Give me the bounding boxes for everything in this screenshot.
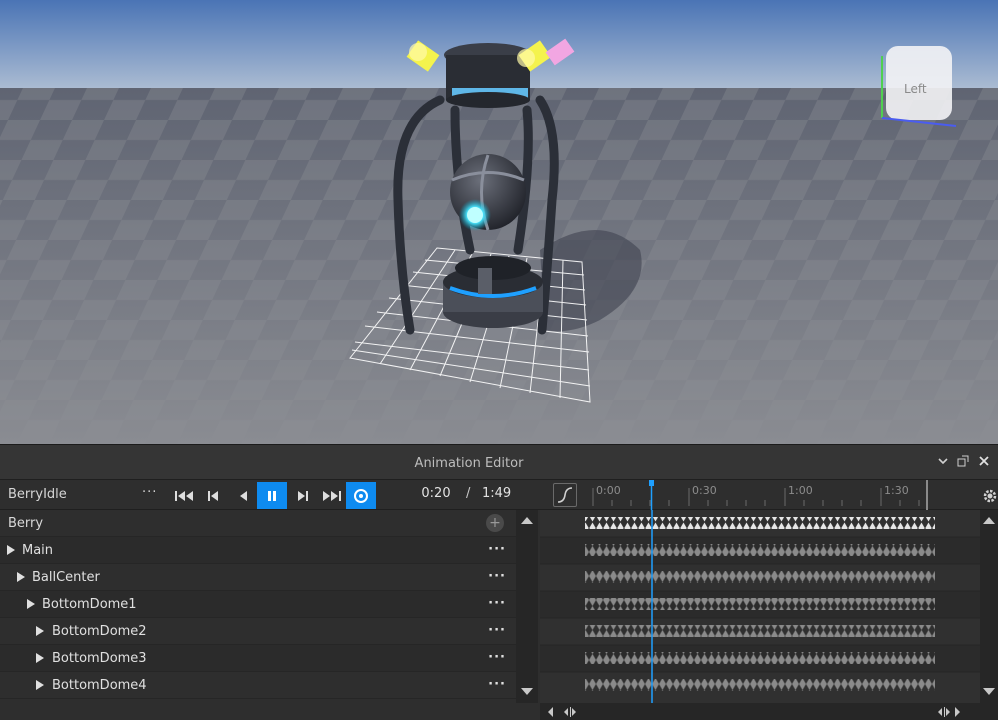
track-menu-button[interactable]: ··· xyxy=(488,623,506,638)
last-frame-button[interactable] xyxy=(317,482,347,509)
scroll-up-icon[interactable] xyxy=(983,517,995,524)
track-keyframes-ballcenter xyxy=(585,571,935,583)
expand-arrow-icon[interactable] xyxy=(36,653,44,663)
track-menu-button[interactable]: ··· xyxy=(488,542,506,557)
track-keyframes-bottomdome1 xyxy=(585,598,935,610)
tree-item-ballcenter[interactable]: BallCenter ··· xyxy=(0,564,516,591)
view-cube[interactable]: Left xyxy=(881,46,957,127)
prev-keyframe-button[interactable] xyxy=(198,482,228,509)
berry-base xyxy=(443,256,543,328)
tree-item-label: BottomDome4 xyxy=(52,678,147,693)
tree-item-main[interactable]: Main ··· xyxy=(0,537,516,564)
view-cube-label: Left xyxy=(904,82,927,96)
ruler-tick-0: 0:00 xyxy=(596,484,621,497)
tree-scrollbar[interactable] xyxy=(516,510,538,703)
animation-name[interactable]: BerryIdle xyxy=(8,487,67,502)
current-time-field[interactable]: 0:20 xyxy=(416,486,456,504)
track-keyframes-bottomdome3 xyxy=(585,652,935,664)
track-menu-button[interactable]: ··· xyxy=(488,569,506,584)
track-keyframes-bottomdome2 xyxy=(585,625,935,637)
pause-icon xyxy=(268,490,276,501)
timeline-ruler[interactable]: 0:00 0:30 1:00 1:30 xyxy=(588,480,928,510)
expand-arrow-icon[interactable] xyxy=(27,599,35,609)
ruler-tick-2: 1:00 xyxy=(788,484,813,497)
next-keyframe-button[interactable] xyxy=(288,482,318,509)
summary-keyframes xyxy=(585,517,935,529)
tree-item-bottomdome3[interactable]: BottomDome3 ··· xyxy=(0,645,516,672)
ruler-tick-1: 0:30 xyxy=(692,484,717,497)
scroll-up-icon[interactable] xyxy=(521,517,533,524)
animation-menu-button[interactable]: ··· xyxy=(142,485,157,500)
rig-name: Berry xyxy=(8,516,44,531)
expand-arrow-icon[interactable] xyxy=(17,572,25,582)
editor-title: Animation Editor xyxy=(414,456,524,471)
pause-button[interactable] xyxy=(257,482,287,509)
expand-arrow-icon[interactable] xyxy=(36,626,44,636)
tree-item-bottomdome4[interactable]: BottomDome4 ··· xyxy=(0,672,516,699)
close-icon[interactable] xyxy=(977,455,991,469)
curve-editor-icon xyxy=(557,487,573,503)
keyframe-tracks[interactable] xyxy=(540,510,980,703)
first-frame-button[interactable] xyxy=(169,482,199,509)
expand-arrow-icon[interactable] xyxy=(7,545,15,555)
add-track-button[interactable]: + xyxy=(486,514,504,532)
time-separator: / xyxy=(466,486,471,501)
play-reverse-icon xyxy=(240,490,247,501)
tree-item-label: Main xyxy=(22,543,54,558)
tree-root-row: Berry + xyxy=(0,510,516,537)
3d-viewport[interactable]: Left xyxy=(0,0,998,444)
prev-keyframe-icon xyxy=(208,490,218,501)
last-frame-icon xyxy=(323,490,341,501)
animation-editor-panel: Animation Editor BerryIdle ··· 0:20 / 1:… xyxy=(0,444,998,720)
tree-item-label: BottomDome2 xyxy=(52,624,147,639)
track-menu-button[interactable]: ··· xyxy=(488,596,506,611)
minimize-chevron-icon[interactable] xyxy=(936,455,950,469)
first-frame-icon xyxy=(175,490,193,501)
next-keyframe-icon xyxy=(298,490,308,501)
scroll-down-icon[interactable] xyxy=(521,688,533,695)
scroll-right-icon xyxy=(955,707,960,717)
tracks-scrollbar[interactable] xyxy=(980,510,998,703)
tree-item-bottomdome1[interactable]: BottomDome1 ··· xyxy=(0,591,516,618)
track-menu-button[interactable]: ··· xyxy=(488,650,506,665)
settings-gear-icon[interactable] xyxy=(982,488,998,504)
track-keyframes-bottomdome4 xyxy=(585,679,935,691)
loop-button[interactable] xyxy=(346,482,376,509)
scroll-down-icon[interactable] xyxy=(983,688,995,695)
play-reverse-button[interactable] xyxy=(228,482,258,509)
timeline-horizontal-scrollbar[interactable] xyxy=(540,703,998,720)
curve-editor-button[interactable] xyxy=(553,483,577,507)
dock-icon[interactable] xyxy=(956,455,970,469)
playback-toolbar: BerryIdle ··· 0:20 / 1:49 0:00 0:30 1:00… xyxy=(0,480,998,510)
expand-arrow-icon[interactable] xyxy=(36,680,44,690)
editor-titlebar: Animation Editor xyxy=(0,445,998,480)
tree-item-label: BallCenter xyxy=(32,570,100,585)
tree-item-label: BottomDome3 xyxy=(52,651,147,666)
scroll-left-icon xyxy=(548,707,553,717)
loop-icon xyxy=(354,488,368,503)
rig-tree: Berry + Main ··· BallCenter ··· BottomDo… xyxy=(0,510,516,720)
tree-item-label: BottomDome1 xyxy=(42,597,137,612)
track-menu-button[interactable]: ··· xyxy=(488,677,506,692)
tree-item-bottomdome2[interactable]: BottomDome2 ··· xyxy=(0,618,516,645)
animation-length-field[interactable]: 1:49 xyxy=(482,486,518,501)
ruler-tick-3: 1:30 xyxy=(884,484,909,497)
track-keyframes-main xyxy=(585,544,935,556)
